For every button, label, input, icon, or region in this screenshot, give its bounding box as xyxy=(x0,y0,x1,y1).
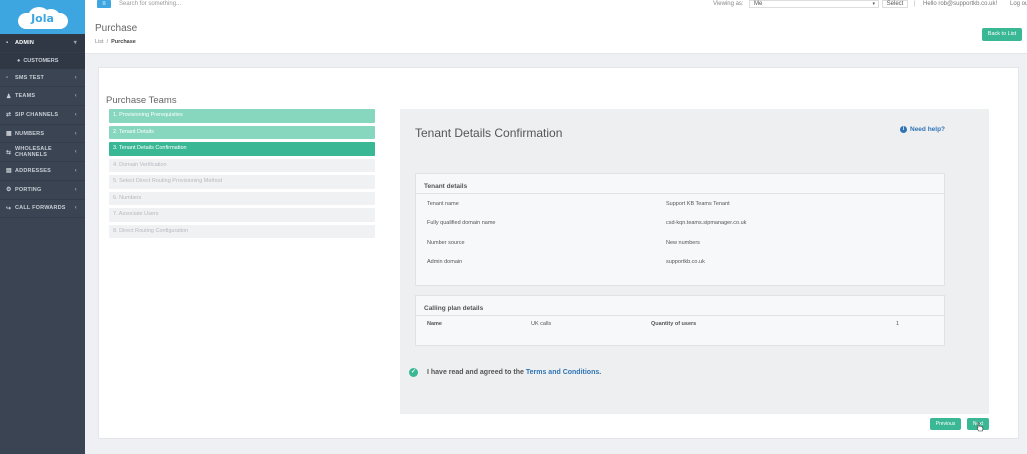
breadcrumb-current: Purchase xyxy=(111,39,136,45)
sidebar-item-label: CALL FORWARDS xyxy=(15,205,66,212)
porting-icon: ⚙ xyxy=(6,187,12,194)
sidebar-item-label: PORTING xyxy=(15,186,42,193)
wizard-step: 4. Domain Verification xyxy=(109,158,375,172)
users-icon: ♟ xyxy=(6,93,12,100)
detail-key: Number source xyxy=(427,240,465,246)
chevron-left-icon: ‹ xyxy=(74,186,77,193)
chevron-left-icon: ‹ xyxy=(74,93,77,100)
page-header: Purchase List / Purchase Back to List xyxy=(85,12,1027,54)
sidebar-item-label: SMS TEST xyxy=(15,74,45,81)
viewing-as-select[interactable]: Me ▾ xyxy=(749,0,879,8)
wizard-step: 8. Direct Routing Configuration xyxy=(109,224,375,238)
info-icon: i xyxy=(900,126,907,133)
sidebar-item-label: CUSTOMERS xyxy=(23,57,59,64)
sidebar-item-admin[interactable]: ▪ ADMIN ▾ xyxy=(0,34,85,53)
chevron-left-icon: ‹ xyxy=(74,74,77,81)
wizard-steps: 1. Provisioning Prerequisites 2. Tenant … xyxy=(109,109,375,241)
agree-end: . xyxy=(599,369,602,376)
sip-icon: ⇄ xyxy=(6,112,12,119)
viewing-as-value: Me xyxy=(754,1,763,7)
cloud-logo-icon: Jola xyxy=(12,5,74,29)
previous-button[interactable]: Previous xyxy=(930,418,961,430)
top-bar: ≡ Search for something... Viewing as: Me… xyxy=(85,0,1027,12)
sms-icon: ▫ xyxy=(6,74,9,81)
detail-value: csd-kqn.teams.sipmanager.co.uk xyxy=(666,220,747,226)
breadcrumb: List / Purchase xyxy=(95,39,136,45)
terms-agreement: ✓ I have read and agreed to the Terms an… xyxy=(409,368,601,377)
wizard-step[interactable]: 2. Tenant Details xyxy=(109,125,375,139)
sidebar-item-teams[interactable]: ♟ TEAMS ‹ xyxy=(0,87,85,107)
agree-text: I have read and agreed to the xyxy=(427,369,524,376)
calling-plan-card: Calling plan details Name UK calls Quant… xyxy=(415,295,945,346)
confirmation-title: Tenant Details Confirmation xyxy=(415,126,563,140)
logo-text: Jola xyxy=(31,12,54,25)
sidebar-item-wholesale-channels[interactable]: ⇆ WHOLESALE CHANNELS ‹ xyxy=(0,143,85,163)
search-input[interactable]: Search for something... xyxy=(119,0,181,8)
sidebar-item-sms-test[interactable]: ▫ SMS TEST ‹ xyxy=(0,69,85,88)
sidebar-item-call-forwards[interactable]: ↪ CALL FORWARDS ‹ xyxy=(0,200,85,219)
sidebar-item-addresses[interactable]: ▤ ADDRESSES ‹ xyxy=(0,162,85,181)
page-title: Purchase xyxy=(95,23,138,34)
check-circle-icon[interactable]: ✓ xyxy=(409,368,418,377)
select-button[interactable]: Select xyxy=(882,0,908,8)
hamburger-icon: ≡ xyxy=(102,1,106,7)
menu-toggle-button[interactable]: ≡ xyxy=(97,0,111,8)
sidebar-item-label: SIP CHANNELS xyxy=(15,111,59,118)
sidebar-item-label: TEAMS xyxy=(15,93,36,100)
sidebar: Jola ▪ ADMIN ▾ ● CUSTOMERS ▫ SMS TEST ‹ … xyxy=(0,0,85,454)
breadcrumb-list-link[interactable]: List xyxy=(95,39,104,45)
sidebar-item-label: ADDRESSES xyxy=(15,167,52,174)
viewing-as-label: Viewing as: xyxy=(713,1,744,7)
logo[interactable]: Jola xyxy=(0,0,85,34)
sidebar-item-customers[interactable]: ● CUSTOMERS xyxy=(0,52,85,69)
wizard-step: 6. Numbers xyxy=(109,191,375,205)
tenant-details-title: Tenant details xyxy=(424,183,468,190)
user-circle-icon: ● xyxy=(17,57,21,64)
address-icon: ▤ xyxy=(6,168,12,175)
wholesale-icon: ⇆ xyxy=(6,149,12,156)
calling-plan-qty-value: 1 xyxy=(896,321,900,327)
forward-icon: ↪ xyxy=(6,205,12,212)
calling-plan-name-value: UK calls xyxy=(531,321,552,327)
detail-key: Fully qualified domain name xyxy=(427,220,496,226)
chevron-left-icon: ‹ xyxy=(74,130,77,137)
wizard-step: 5. Select Direct Routing Provisioning Me… xyxy=(109,175,375,189)
chevron-left-icon: ‹ xyxy=(74,205,77,212)
sidebar-item-numbers[interactable]: ▦ NUMBERS ‹ xyxy=(0,125,85,144)
chevron-down-icon: ▾ xyxy=(73,40,77,47)
detail-key: Admin domain xyxy=(427,259,463,265)
back-to-list-button[interactable]: Back to List xyxy=(982,28,1022,41)
hand-cursor-icon xyxy=(976,422,984,432)
logout-link[interactable]: Log out xyxy=(1010,0,1027,8)
detail-value: Support KB Teams Tenant xyxy=(666,201,730,207)
numbers-icon: ▦ xyxy=(6,131,12,138)
grid-icon: ▪ xyxy=(6,39,9,46)
sidebar-item-sip-channels[interactable]: ⇄ SIP CHANNELS ‹ xyxy=(0,106,85,125)
wizard-step-current[interactable]: 3. Tenant Details Confirmation xyxy=(109,142,375,156)
divider: | xyxy=(914,1,916,7)
hello-user-text: Hello rob@supportkb.co.uk! xyxy=(923,1,998,7)
sidebar-item-label: ADMIN xyxy=(15,39,35,46)
wizard-step: 7. Associate Users xyxy=(109,208,375,222)
wizard-title: Purchase Teams xyxy=(106,95,177,106)
wizard-step[interactable]: 1. Provisioning Prerequisites xyxy=(109,109,375,123)
confirmation-panel: Tenant Details Confirmation i Need help?… xyxy=(400,109,989,414)
terms-link[interactable]: Terms and Conditions xyxy=(526,369,599,376)
detail-value: New numbers xyxy=(666,240,700,246)
need-help-label: Need help? xyxy=(910,126,946,133)
chevron-left-icon: ‹ xyxy=(74,149,77,156)
detail-value: supportkb.co.uk xyxy=(666,259,705,265)
sidebar-item-porting[interactable]: ⚙ PORTING ‹ xyxy=(0,181,85,200)
calling-plan-name-label: Name xyxy=(427,321,442,327)
breadcrumb-separator: / xyxy=(106,39,109,45)
need-help-link[interactable]: i Need help? xyxy=(900,126,945,133)
chevron-left-icon: ‹ xyxy=(74,167,77,174)
caret-down-icon: ▾ xyxy=(872,1,875,7)
calling-plan-qty-label: Quantity of users xyxy=(651,321,697,327)
calling-plan-title: Calling plan details xyxy=(424,305,484,312)
tenant-details-card: Tenant details Tenant name Support KB Te… xyxy=(415,173,945,286)
sidebar-item-label: NUMBERS xyxy=(15,130,45,137)
detail-key: Tenant name xyxy=(427,201,459,207)
chevron-left-icon: ‹ xyxy=(74,111,77,118)
